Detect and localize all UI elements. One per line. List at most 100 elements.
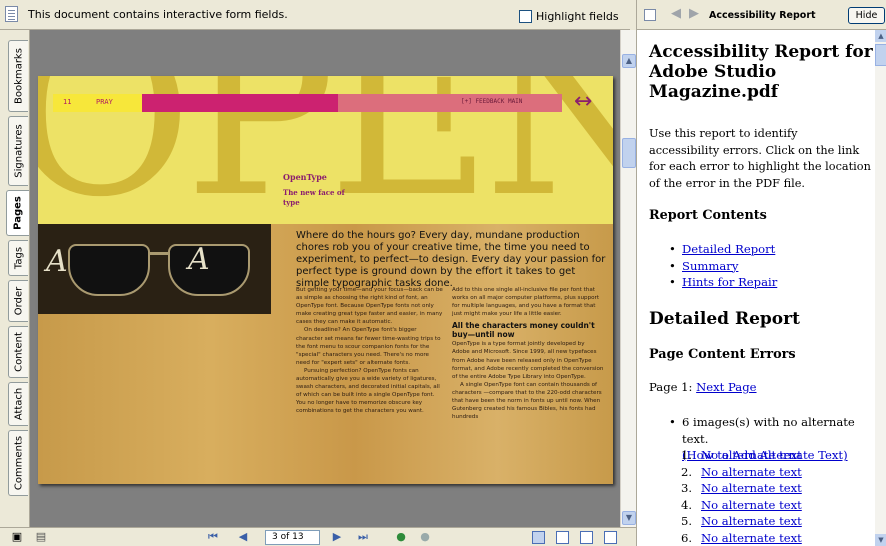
page-layout-icon[interactable]: ▣ bbox=[10, 530, 24, 544]
forward-arrow-icon[interactable]: ▶ bbox=[689, 6, 699, 21]
tab-signatures-label: Signatures bbox=[13, 124, 24, 178]
article-column-1: But getting your time—and your focus—bac… bbox=[296, 286, 444, 416]
item-number: 4. bbox=[681, 497, 693, 512]
list-item: Summary bbox=[669, 258, 777, 275]
hints-for-repair-link[interactable]: Hints for Repair bbox=[682, 275, 777, 289]
scroll-down-arrow-icon[interactable]: ▼ bbox=[875, 534, 886, 546]
report-contents-list: Detailed Report Summary Hints for Repair bbox=[669, 241, 777, 291]
tab-order[interactable]: Order bbox=[8, 280, 28, 322]
pdf-page: OPEN 11 PRAY [+] FEEDBACK MAIN ↔ OpenTyp… bbox=[38, 76, 613, 484]
highlight-fields-label[interactable]: Highlight fields bbox=[536, 10, 619, 23]
summary-link[interactable]: Summary bbox=[682, 259, 738, 273]
article-column-2: Add to this one single all-inclusive fil… bbox=[452, 286, 604, 421]
scroll-thumb[interactable] bbox=[875, 44, 886, 66]
column1-paragraph-3: Pursuing perfection? OpenType fonts can … bbox=[296, 367, 440, 415]
alt-text-error-list: 1. No alternate text 2. No alternate text … bbox=[681, 447, 802, 546]
column2-subhead: All the characters money couldn't buy—un… bbox=[452, 321, 595, 340]
facing-view-icon[interactable] bbox=[580, 531, 593, 544]
page-1-line: Page 1: Next Page bbox=[649, 380, 757, 394]
bullet: • bbox=[669, 415, 676, 429]
list-item: 4. No alternate text bbox=[681, 497, 802, 514]
no-alt-text-link[interactable]: No alternate text bbox=[701, 448, 802, 462]
page-nav-links: [+] FEEDBACK MAIN bbox=[461, 98, 523, 105]
tab-attach[interactable]: Attach bbox=[8, 382, 28, 426]
last-page-icon[interactable]: ⏭ bbox=[356, 530, 370, 544]
document-vertical-scrollbar[interactable]: ▲ ▼ bbox=[620, 30, 636, 527]
column2-paragraph-3: A single OpenType font can contain thous… bbox=[452, 381, 602, 421]
item-number: 2. bbox=[681, 464, 693, 479]
list-item: 5. No alternate text bbox=[681, 513, 802, 530]
report-vertical-scrollbar[interactable]: ▲ ▼ bbox=[875, 30, 886, 546]
single-page-view-icon[interactable] bbox=[532, 531, 545, 544]
page-header-pink-band-light bbox=[338, 94, 562, 112]
sunglasses-bridge bbox=[150, 252, 168, 255]
page-content-errors-heading: Page Content Errors bbox=[649, 347, 796, 362]
list-item: 3. No alternate text bbox=[681, 480, 802, 497]
page-number: 11 bbox=[63, 98, 72, 106]
column2-paragraph-2: OpenType is a type format jointly develo… bbox=[452, 341, 604, 380]
hide-button[interactable]: Hide bbox=[848, 7, 885, 24]
form-fields-notice-bar: This document contains interactive form … bbox=[0, 0, 630, 30]
column1-paragraph-2: On deadline? An OpenType font's bigger c… bbox=[296, 327, 441, 366]
item-number: 6. bbox=[681, 530, 693, 545]
tab-bookmarks[interactable]: Bookmarks bbox=[8, 40, 28, 112]
list-item: Detailed Report bbox=[669, 241, 777, 258]
list-item: 1. No alternate text bbox=[681, 447, 802, 464]
tab-pages-label: Pages bbox=[12, 196, 24, 230]
report-panel-toolbar: ◀ ▶ Accessibility Report Hide bbox=[636, 0, 886, 30]
article-heading: OpenType bbox=[283, 172, 327, 182]
article-subheading: The new face of type bbox=[283, 188, 345, 207]
scroll-thumb[interactable] bbox=[622, 138, 636, 168]
report-list-icon[interactable] bbox=[644, 9, 656, 21]
continuous-facing-view-icon[interactable] bbox=[604, 531, 617, 544]
tab-tags[interactable]: Tags bbox=[8, 240, 28, 276]
go-back-view-icon[interactable]: ● bbox=[394, 530, 408, 544]
list-item: 6. No alternate text bbox=[681, 530, 802, 546]
next-page-icon[interactable]: ▶ bbox=[330, 530, 344, 544]
tab-content-label: Content bbox=[13, 332, 24, 372]
scroll-up-arrow-icon[interactable]: ▲ bbox=[622, 54, 636, 68]
decorative-letter-left: A bbox=[46, 244, 68, 279]
continuous-view-icon[interactable] bbox=[556, 531, 569, 544]
page-section: PRAY bbox=[96, 98, 113, 106]
tab-bookmarks-label: Bookmarks bbox=[13, 48, 24, 104]
no-alt-text-link[interactable]: No alternate text bbox=[701, 498, 802, 512]
images-error-text: 6 images(s) with no alternate text. bbox=[682, 415, 855, 446]
decorative-letter-right: A bbox=[188, 242, 210, 277]
no-alt-text-link[interactable]: No alternate text bbox=[701, 481, 802, 495]
tab-comments-label: Comments bbox=[13, 435, 24, 491]
first-page-icon[interactable]: ⏮ bbox=[206, 530, 220, 544]
tab-pages[interactable]: Pages bbox=[6, 190, 29, 236]
item-number: 3. bbox=[681, 481, 693, 495]
scroll-down-arrow-icon[interactable]: ▼ bbox=[622, 511, 636, 525]
no-alt-text-link[interactable]: No alternate text bbox=[701, 514, 802, 528]
highlight-fields-checkbox[interactable] bbox=[519, 10, 532, 23]
list-item: 2. No alternate text bbox=[681, 464, 802, 481]
page-number-field[interactable]: 3 of 13 bbox=[265, 530, 320, 545]
double-arrow-icon: ↔ bbox=[574, 89, 593, 114]
no-alt-text-link[interactable]: No alternate text bbox=[701, 531, 802, 545]
tab-signatures[interactable]: Signatures bbox=[8, 116, 28, 186]
detailed-report-link[interactable]: Detailed Report bbox=[682, 242, 775, 256]
report-contents-heading: Report Contents bbox=[649, 208, 767, 223]
navigation-tabs: Bookmarks Signatures Pages Tags Order Co… bbox=[0, 30, 30, 527]
no-alt-text-link[interactable]: No alternate text bbox=[701, 465, 802, 479]
tab-order-label: Order bbox=[13, 286, 24, 316]
item-number: 5. bbox=[681, 514, 693, 528]
previous-page-icon[interactable]: ◀ bbox=[236, 530, 250, 544]
scroll-up-arrow-icon[interactable]: ▲ bbox=[875, 30, 886, 42]
page-size-icon[interactable]: ▤ bbox=[34, 530, 48, 544]
next-page-link[interactable]: Next Page bbox=[696, 380, 756, 394]
item-number: 1. bbox=[681, 448, 693, 462]
document-icon bbox=[5, 6, 18, 22]
go-forward-view-icon[interactable]: ● bbox=[418, 530, 432, 544]
back-arrow-icon[interactable]: ◀ bbox=[671, 6, 681, 21]
report-panel-title: Accessibility Report bbox=[709, 10, 816, 21]
tab-comments[interactable]: Comments bbox=[8, 430, 28, 496]
accessibility-report: Accessibility Report for Adobe Studio Ma… bbox=[636, 30, 886, 546]
article-lead-paragraph: Where do the hours go? Every day, mundan… bbox=[296, 230, 606, 289]
tab-content[interactable]: Content bbox=[8, 326, 28, 378]
report-intro: Use this report to identify accessibilit… bbox=[649, 127, 871, 190]
tab-tags-label: Tags bbox=[13, 246, 24, 270]
page-1-label: Page 1: bbox=[649, 380, 693, 394]
